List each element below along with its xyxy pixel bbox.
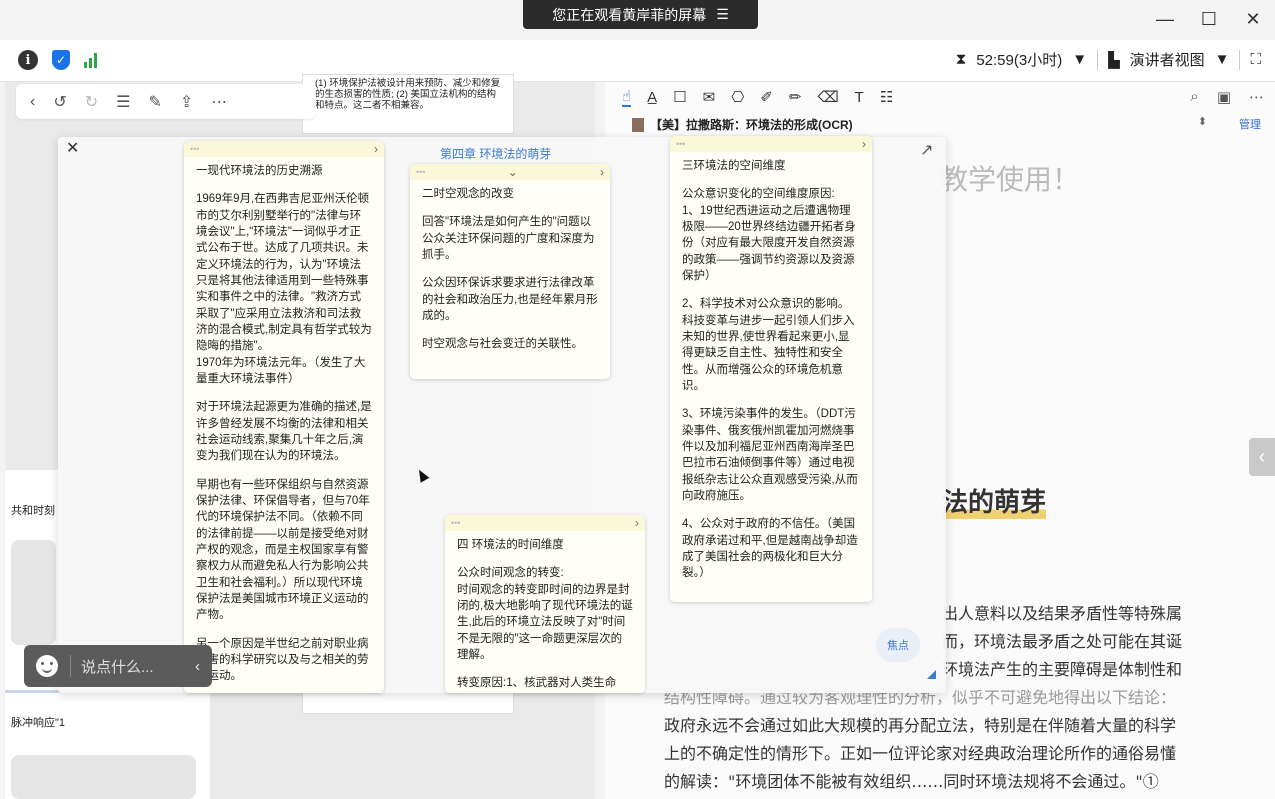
timer-dropdown-icon[interactable]: ▼: [1072, 51, 1087, 68]
note-text: 回答"环境法是如何产生的"问题以公众关注环保问题的广度和深度为抓手。: [422, 216, 595, 261]
expand-icon[interactable]: ↗: [920, 140, 933, 160]
signal-icon[interactable]: [84, 52, 97, 68]
strip-title: 共和时刻: [11, 505, 55, 517]
note-text: 3、环境污染事件的发生。（DDT污染事件、俄亥俄州凯霍加河燃烧事件以及加利福尼亚…: [682, 408, 858, 502]
note-title: 一现代环境法的历史溯源: [196, 165, 323, 177]
chevron-right-icon[interactable]: ›: [862, 137, 866, 151]
pdf-line: 上的不确定性的情形下。正如一位评论家对经典政治理论所作的通俗易懂: [664, 744, 1177, 763]
note-card-3[interactable]: ••• › 三环境法的空间维度 公众意识变化的空间维度原因: 1、19世纪西进运动…: [670, 136, 872, 602]
eraser-icon[interactable]: ⌫: [817, 88, 838, 106]
mindmap-title: 第四章 环境法的萌芽: [440, 147, 552, 161]
undo-icon[interactable]: ↺: [53, 92, 66, 112]
presenter-view-label[interactable]: 演讲者视图: [1130, 49, 1205, 70]
note-text: 公众意识变化的空间维度原因: 1、19世纪西进运动之后遭遇物理极限——20世界终…: [682, 188, 856, 282]
note-text: 对于环境法起源更为准确的描述,是许多曾经发展不均衡的法律和相关社会运动线索,聚集…: [196, 401, 372, 463]
divider: [1097, 49, 1099, 70]
note-text: 公众时间观念的转变: 时间观念的转变即时间的边界是封闭的,极大地影响了现代环境法…: [457, 567, 633, 661]
chat-placeholder[interactable]: 说点什么...: [81, 656, 154, 677]
sort-icon[interactable]: ⬍: [1198, 115, 1207, 128]
focus-button[interactable]: 焦点: [876, 628, 920, 662]
emoji-icon[interactable]: [36, 655, 58, 677]
divider: [70, 655, 71, 677]
view-dropdown-icon[interactable]: ▼: [1215, 51, 1230, 68]
divider: [1239, 49, 1241, 70]
presenter-view-icon: ▙: [1108, 51, 1120, 69]
more-icon[interactable]: ⋯: [211, 92, 227, 112]
note-card-4[interactable]: ••• › 四 环境法的时间维度 公众时间观念的转变: 时间观念的转变即时间的边界…: [445, 515, 645, 693]
note-text: 时空观念与社会变迁的关联性。: [422, 338, 583, 351]
rectangle-icon[interactable]: ☐: [673, 88, 686, 106]
left-toolbar: ‹ ↺ ↻ ☰ ✎ ⇪ ⋯: [16, 84, 316, 119]
back-icon[interactable]: ‹: [30, 93, 35, 111]
minimize-icon[interactable]: —: [1143, 0, 1187, 38]
share-icon[interactable]: ⇪: [180, 92, 193, 112]
banner-text: 您正在观看黄岸菲的屏幕: [552, 6, 707, 23]
meeting-timer: 52:59(3小时): [976, 52, 1063, 69]
close-window-icon[interactable]: ✕: [1231, 0, 1275, 38]
pdf-toolbar: ☝ A̲ ☐ ✉ ⎔ ✐ ✏ ⌫ T ☷ ⌕ ▣ ⋯: [622, 82, 1272, 112]
note-text: 早期也有一些环保组织与自然资源保护法律、环保倡导者，但与70年代的环境保护法不同…: [196, 478, 370, 622]
info-icon[interactable]: i: [18, 50, 38, 70]
note-title: 二时空观念的改变: [422, 188, 514, 200]
hourglass-icon: ⧗: [955, 51, 967, 68]
panel-toggle-icon[interactable]: ‹: [1249, 438, 1275, 476]
chevron-right-icon[interactable]: ›: [374, 142, 378, 156]
placeholder-block: [11, 755, 196, 799]
placeholder-block: [11, 540, 56, 645]
pdf-line: 环境法产生的主要障碍是体制性和: [942, 660, 1183, 679]
pdf-line: 出人意料以及结果矛盾性等特殊属: [942, 604, 1183, 623]
more-icon[interactable]: ⋯: [1249, 88, 1264, 106]
menu-icon[interactable]: ☰: [716, 6, 729, 23]
note-card-1[interactable]: ••• › 一现代环境法的历史溯源 1969年9月,在西弗吉尼亚州沃伦顿市的艾尔利…: [184, 141, 384, 693]
highlighter-icon[interactable]: ✏: [789, 88, 802, 106]
background-note-bottom: [302, 690, 514, 714]
mail-icon[interactable]: ✉: [703, 88, 716, 106]
select-icon[interactable]: ☝: [622, 87, 632, 107]
resize-handle[interactable]: [927, 670, 936, 679]
maximize-icon[interactable]: ☐: [1187, 0, 1231, 38]
search-icon[interactable]: ⌕: [1190, 88, 1198, 106]
pdf-heading: 法的萌芽: [942, 482, 1047, 519]
chat-input-box[interactable]: 说点什么... ‹: [24, 645, 212, 687]
close-icon[interactable]: ✕: [66, 138, 79, 158]
note-text: 另一个原因是半世纪之前对职业病危害的科学研究以及与之相关的劳工运动。: [196, 637, 369, 683]
note-icon[interactable]: ☷: [880, 88, 893, 106]
pdf-line: 而，环境法最矛盾之处可能在其诞: [942, 632, 1183, 651]
collapse-icon[interactable]: ‹: [195, 658, 200, 675]
strip-title: 脉冲响应"1: [11, 717, 66, 729]
note-text: 转变原因:1、核武器对人类生命: [457, 677, 617, 690]
chevron-down-icon[interactable]: ⌄: [508, 165, 518, 179]
save-icon[interactable]: ▣: [1217, 88, 1231, 106]
chevron-right-icon[interactable]: ›: [600, 165, 604, 179]
redo-icon[interactable]: ↻: [85, 92, 98, 112]
note-card-2[interactable]: ••• ⌄ › 二时空观念的改变 回答"环境法是如何产生的"问题以公众关注环保问题的…: [410, 164, 610, 379]
edit-icon[interactable]: ✎: [148, 92, 161, 112]
fullscreen-icon[interactable]: ⛶: [1250, 51, 1261, 68]
note-text: 1969年9月,在西弗吉尼亚州沃伦顿市的艾尔利别墅举行的"法律与环境会议"上,"…: [196, 193, 372, 353]
background-note: (1) 环境保护法被设计用来预防、减少和修复的生态损害的性质; (2) 美国立法…: [302, 74, 514, 134]
note-text: 1970年为环境法元年。（发生了大量重大环境法事件）: [196, 356, 366, 385]
list-icon[interactable]: ☰: [116, 92, 130, 112]
note-text: 2、科学技术对公众意识的影响。科技变革与进步一起引领人们步入未知的世界,使世界看…: [682, 298, 855, 392]
shield-icon[interactable]: ✓: [52, 50, 70, 70]
pdf-title: 【美】拉撒路斯：环境法的形成(OCR): [632, 116, 853, 133]
textbox-icon[interactable]: T: [855, 89, 864, 106]
manage-link[interactable]: 管理: [1239, 116, 1261, 132]
book-icon: [632, 117, 644, 132]
chevron-right-icon[interactable]: ›: [635, 516, 639, 530]
meeting-bar: i ✓ ⧗ 52:59(3小时) ▼ ▙ 演讲者视图 ▼ ⛶: [0, 40, 1275, 82]
pen-icon[interactable]: ✐: [760, 88, 773, 106]
text-icon[interactable]: A̲: [647, 89, 657, 106]
stamp-icon[interactable]: ⎔: [731, 88, 744, 106]
window-controls: — ☐ ✕: [1143, 0, 1275, 38]
note-title: 三环境法的空间维度: [682, 160, 786, 172]
pdf-line: 政府永远不会通过如此大规模的再分配立法，特别是在伴随着大量的科学: [664, 716, 1177, 735]
note-text: 公众因环保诉求要求进行法律改革的社会和政治压力,也是经年累月形成的。: [422, 277, 598, 322]
screen-share-banner[interactable]: 您正在观看黄岸菲的屏幕 ☰: [523, 0, 758, 29]
note-text: 4、公众对于政府的不信任。（美国政府承诺过和平,但是越南战争却造成了美国社会的两…: [682, 518, 858, 580]
note-title: 四 环境法的时间维度: [457, 539, 564, 551]
pdf-watermark: 教学使用！: [940, 163, 1081, 196]
pdf-line: 的解读："环境团体不能被有效组织……同时环境法规将不会通过。"①: [664, 772, 1159, 791]
